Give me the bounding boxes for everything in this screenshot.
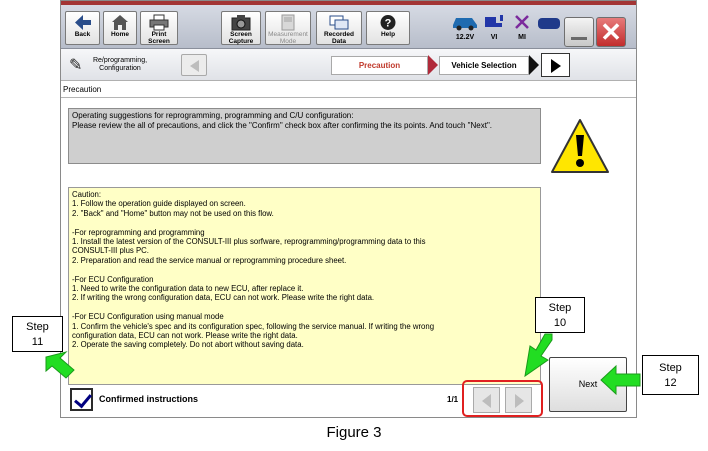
callout-arrows [45, 333, 641, 396]
figure-caption: Figure 3 [326, 424, 382, 441]
callout-step10: Step 10 [535, 297, 585, 333]
callout-step10-text: Step 10 [548, 302, 572, 329]
callout-step11-text: Step 11 [26, 321, 49, 348]
callout-step12: Step 12 [642, 355, 699, 395]
arrow-step11 [45, 351, 75, 379]
arrow-step12 [600, 364, 641, 396]
arrow-step10 [524, 333, 553, 378]
callout-step12-text: Step 12 [659, 362, 682, 389]
callout-step11: Step 11 [12, 316, 63, 352]
